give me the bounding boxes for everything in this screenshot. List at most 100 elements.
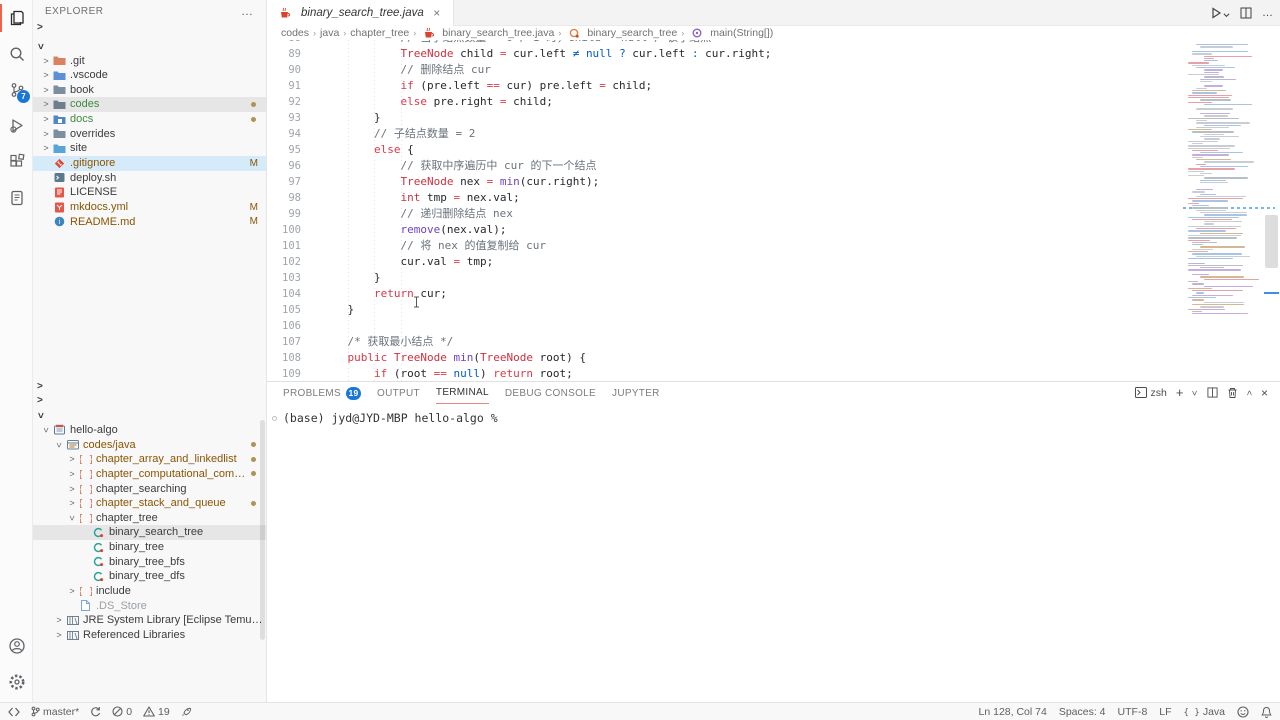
section-outline[interactable]: > — [33, 379, 266, 394]
status-feedback[interactable] — [1237, 706, 1249, 718]
code-line-92[interactable]: 92 else pre.right = child; — [267, 94, 1280, 110]
file-readme-md[interactable]: iREADME.mdM — [33, 214, 266, 229]
file-deploy-sh[interactable]: deploy.sh — [33, 170, 266, 185]
java-chapter-tree[interactable]: >{ }chapter_tree — [33, 510, 266, 525]
status-notifications[interactable] — [1261, 706, 1272, 718]
breadcrumb-item-binary-search-tree-java[interactable]: binary_search_tree.java — [420, 27, 554, 39]
file-overrides[interactable]: >overrides — [33, 126, 266, 141]
editor-scrollbar[interactable] — [1265, 215, 1278, 268]
java-binary-tree-dfs[interactable]: binary_tree_dfs — [33, 569, 266, 584]
java-binary-search-tree[interactable]: binary_search_tree — [33, 525, 266, 540]
activity-extensions-icon[interactable] — [0, 144, 33, 180]
java-chapter-array-and-linkedlist[interactable]: >{ }chapter_array_and_linkedlist — [33, 452, 266, 467]
code-line-98[interactable]: 98 int tmp = nex.val; — [267, 190, 1280, 206]
status-branch-master[interactable]: master* — [31, 706, 79, 718]
kill-terminal-icon[interactable] — [1227, 387, 1238, 399]
new-terminal-button[interactable]: + — [1176, 385, 1184, 400]
panel-tab-problems[interactable]: PROBLEMS19 — [283, 382, 361, 404]
panel-tab-jupyter[interactable]: JUPYTER — [612, 382, 660, 404]
breadcrumb-item-main-string-[interactable]: main(String[]) — [688, 27, 773, 39]
section-hello-algo[interactable]: > — [33, 39, 266, 54]
terminal-prompt[interactable]: (base) jyd@JYD-MBP hello-algo % — [283, 411, 498, 425]
code-line-107[interactable]: 107 /* 获取最小结点 */ — [267, 334, 1280, 350]
file--gitignore[interactable]: .gitignoreM — [33, 156, 266, 171]
java--ds-store[interactable]: .DS_Store — [33, 598, 266, 613]
breadcrumb-item-chapter-tree[interactable]: chapter_tree — [350, 27, 409, 39]
split-terminal-button[interactable] — [1207, 387, 1218, 398]
java-codes-java[interactable]: >codes/java — [33, 437, 266, 452]
status-encoding[interactable]: UTF-8 — [1118, 706, 1148, 718]
java-hello-algo[interactable]: >hello-algo — [33, 422, 266, 437]
status-sync[interactable] — [90, 706, 101, 717]
tab-binary-search-tree[interactable]: binary_search_tree.java × — [267, 0, 454, 26]
code-line-100[interactable]: 100 remove(nex.val); — [267, 222, 1280, 238]
maximize-panel-icon[interactable]: > — [1244, 390, 1254, 395]
file-codes[interactable]: >codes — [33, 97, 266, 112]
activity-search-icon[interactable] — [0, 36, 33, 72]
activity-accounts-icon[interactable] — [0, 628, 33, 664]
status-language-mode[interactable]: { }Java — [1184, 706, 1225, 718]
minimap[interactable] — [1186, 42, 1262, 342]
activity-source-control-icon[interactable]: 7 — [0, 72, 33, 108]
code-line-109[interactable]: 109 if (root == null) return root; — [267, 366, 1280, 381]
code-line-101[interactable]: 101 // 将 nex 的值复制给 cur — [267, 238, 1280, 254]
section-open-editors[interactable]: > — [33, 20, 266, 35]
status-warning-19[interactable]: 19 — [143, 706, 170, 718]
sidebar-scrollbar[interactable] — [260, 420, 265, 640]
file-license[interactable]: LICENSE — [33, 185, 266, 200]
code-line-94[interactable]: 94 // 子结点数量 = 2 — [267, 126, 1280, 142]
java-chapter-searching[interactable]: >{ }chapter_searching — [33, 481, 266, 496]
java-jre-system-library-eclipse-temurin-17-17-[interactable]: >JRE System Library [Eclipse Temurin 17 … — [33, 613, 266, 628]
activity-notebook-icon[interactable] — [0, 180, 33, 216]
breadcrumb-item-binary-search-tree[interactable]: binary_search_tree — [565, 27, 677, 39]
status-indentation[interactable]: Spaces: 4 — [1059, 706, 1106, 718]
section-java-projects[interactable]: > — [33, 408, 266, 423]
status-rocket[interactable] — [181, 706, 192, 717]
code-line-89[interactable]: 89 TreeNode child = cur.left ≠ null ? cu… — [267, 46, 1280, 62]
activity-run-debug-icon[interactable] — [0, 108, 33, 144]
file--vscode[interactable]: >.vscode — [33, 68, 266, 83]
close-panel-icon[interactable]: × — [1261, 386, 1268, 400]
code-line-99[interactable]: 99 // 递归删除结点 nex — [267, 206, 1280, 222]
code-line-96[interactable]: 96 // 获取中序遍历中 cur 的下一个结点 — [267, 158, 1280, 174]
file-book[interactable]: >book — [33, 82, 266, 97]
panel-tab-debug-console[interactable]: DEBUG CONSOLE — [505, 382, 596, 404]
status-eol[interactable]: LF — [1159, 706, 1171, 718]
breadcrumb-item-java[interactable]: java — [320, 27, 339, 39]
terminal-dropdown-icon[interactable]: > — [1190, 390, 1200, 395]
activity-explorer-icon[interactable] — [0, 0, 33, 36]
code-line-93[interactable]: 93 } — [267, 110, 1280, 126]
code-line-95[interactable]: 95 else { — [267, 142, 1280, 158]
status-error-0[interactable]: 0 — [112, 706, 132, 718]
terminal-shell-icon[interactable]: zsh — [1135, 387, 1167, 399]
code-line-90[interactable]: 90 // 删除结点 cur — [267, 62, 1280, 78]
java-include[interactable]: >{ }include — [33, 584, 266, 599]
java-binary-tree-bfs[interactable]: binary_tree_bfs — [33, 554, 266, 569]
file-mkdocs-yml[interactable]: mkdocs.ymlM — [33, 200, 266, 215]
code-editor[interactable]: 88 // 当子结点数量 = 0 / 1 时，child = null / 该子… — [267, 40, 1280, 381]
explorer-more-actions-icon[interactable]: … — [241, 4, 254, 18]
run-java-button[interactable] — [1210, 7, 1230, 19]
status-cursor-position[interactable]: Ln 128, Col 74 — [979, 706, 1047, 718]
java-referenced-libraries[interactable]: >Referenced Libraries — [33, 628, 266, 643]
code-line-106[interactable]: 106 — [267, 318, 1280, 334]
java-chapter-computational-complexity[interactable]: >{ }chapter_computational_complexity — [33, 466, 266, 481]
file--git[interactable]: >.git — [33, 53, 266, 68]
code-line-102[interactable]: 102 cur.val = tmp; — [267, 254, 1280, 270]
section-timeline[interactable]: > — [33, 393, 266, 408]
tab-close-icon[interactable]: × — [430, 6, 444, 20]
file-docs[interactable]: >docs — [33, 112, 266, 127]
java-binary-tree[interactable]: binary_tree — [33, 540, 266, 555]
java-chapter-stack-and-queue[interactable]: >{ }chapter_stack_and_queue — [33, 496, 266, 511]
panel-tab-output[interactable]: OUTPUT — [377, 382, 420, 404]
split-editor-button[interactable] — [1240, 7, 1252, 19]
activity-settings-icon[interactable] — [0, 664, 33, 700]
code-line-97[interactable]: 97 TreeNode nex = min(cur.right); — [267, 174, 1280, 190]
file-site[interactable]: >site — [33, 141, 266, 156]
code-line-91[interactable]: 91 if (pre.left == cur) pre.left = child… — [267, 78, 1280, 94]
breadcrumb-item-codes[interactable]: codes — [281, 27, 309, 39]
status-remote[interactable] — [8, 707, 20, 717]
code-line-108[interactable]: 108 public TreeNode min(TreeNode root) { — [267, 350, 1280, 366]
panel-tab-terminal[interactable]: TERMINAL — [436, 382, 489, 404]
editor-more-actions-icon[interactable]: … — [1262, 7, 1274, 19]
